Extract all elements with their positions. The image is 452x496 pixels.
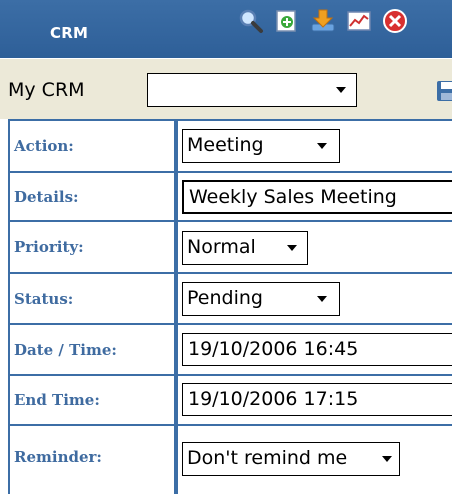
crm-form: Action: Meeting Details: Weekly Sales Me… <box>8 119 452 496</box>
search-icon[interactable] <box>238 8 264 34</box>
chevron-down-icon <box>317 143 327 149</box>
action-label: Action: <box>14 137 74 155</box>
save-icon[interactable] <box>436 80 452 102</box>
form-row-action: Action: Meeting <box>8 119 452 173</box>
status-field-cell: Pending <box>178 274 452 323</box>
endtime-input[interactable]: 19/10/2006 17:15 <box>182 383 452 416</box>
close-icon[interactable] <box>382 8 408 34</box>
form-row-status: Status: Pending <box>8 272 452 325</box>
form-row-details: Details: Weekly Sales Meeting <box>8 171 452 222</box>
reminder-select[interactable]: Don't remind me <box>182 442 400 476</box>
form-row-datetime: Date / Time: 19/10/2006 16:45 <box>8 323 452 376</box>
datetime-field-cell: 19/10/2006 16:45 <box>178 325 452 374</box>
priority-label-cell: Priority: <box>10 222 174 272</box>
priority-select[interactable]: Normal <box>182 231 308 265</box>
chevron-down-icon <box>287 245 297 251</box>
reminder-field-cell: Don't remind me <box>178 426 452 496</box>
endtime-label-cell: End Time: <box>10 376 174 424</box>
chart-icon[interactable] <box>346 8 372 34</box>
endtime-field-cell: 19/10/2006 17:15 <box>178 376 452 424</box>
action-label-cell: Action: <box>10 121 174 171</box>
reminder-select-value: Don't remind me <box>187 447 348 469</box>
datetime-input[interactable]: 19/10/2006 16:45 <box>182 333 452 366</box>
mycrm-label: My CRM <box>8 79 85 101</box>
datetime-label-cell: Date / Time: <box>10 325 174 374</box>
form-row-priority: Priority: Normal <box>8 220 452 274</box>
status-select-value: Pending <box>187 287 263 309</box>
details-input[interactable]: Weekly Sales Meeting <box>182 180 452 214</box>
endtime-input-value: 19/10/2006 17:15 <box>188 388 359 410</box>
chevron-down-icon <box>382 456 392 462</box>
action-select[interactable]: Meeting <box>182 129 340 163</box>
form-row-reminder: Reminder: Don't remind me <box>8 424 452 496</box>
details-label: Details: <box>14 187 79 206</box>
mycrm-select[interactable] <box>147 73 357 107</box>
details-input-value: Weekly Sales Meeting <box>189 186 397 208</box>
endtime-label: End Time: <box>14 391 100 409</box>
action-select-value: Meeting <box>187 134 264 156</box>
app-title: CRM <box>50 24 89 42</box>
form-row-endtime: End Time: 19/10/2006 17:15 <box>8 374 452 426</box>
status-label-cell: Status: <box>10 274 174 323</box>
add-icon[interactable] <box>274 8 300 34</box>
details-label-cell: Details: <box>10 173 174 220</box>
datetime-input-value: 19/10/2006 16:45 <box>188 338 359 360</box>
priority-label: Priority: <box>14 238 84 256</box>
details-field-cell: Weekly Sales Meeting <box>178 173 452 220</box>
priority-select-value: Normal <box>187 236 256 258</box>
header-bar: CRM <box>0 0 452 58</box>
chevron-down-icon <box>317 296 327 302</box>
chevron-down-icon <box>336 87 346 93</box>
datetime-label: Date / Time: <box>14 340 117 359</box>
reminder-label: Reminder: <box>14 448 102 466</box>
download-icon[interactable] <box>310 8 336 34</box>
reminder-label-cell: Reminder: <box>10 426 174 496</box>
action-field-cell: Meeting <box>178 121 452 171</box>
priority-field-cell: Normal <box>178 222 452 272</box>
status-select[interactable]: Pending <box>182 282 340 316</box>
status-label: Status: <box>14 289 74 308</box>
